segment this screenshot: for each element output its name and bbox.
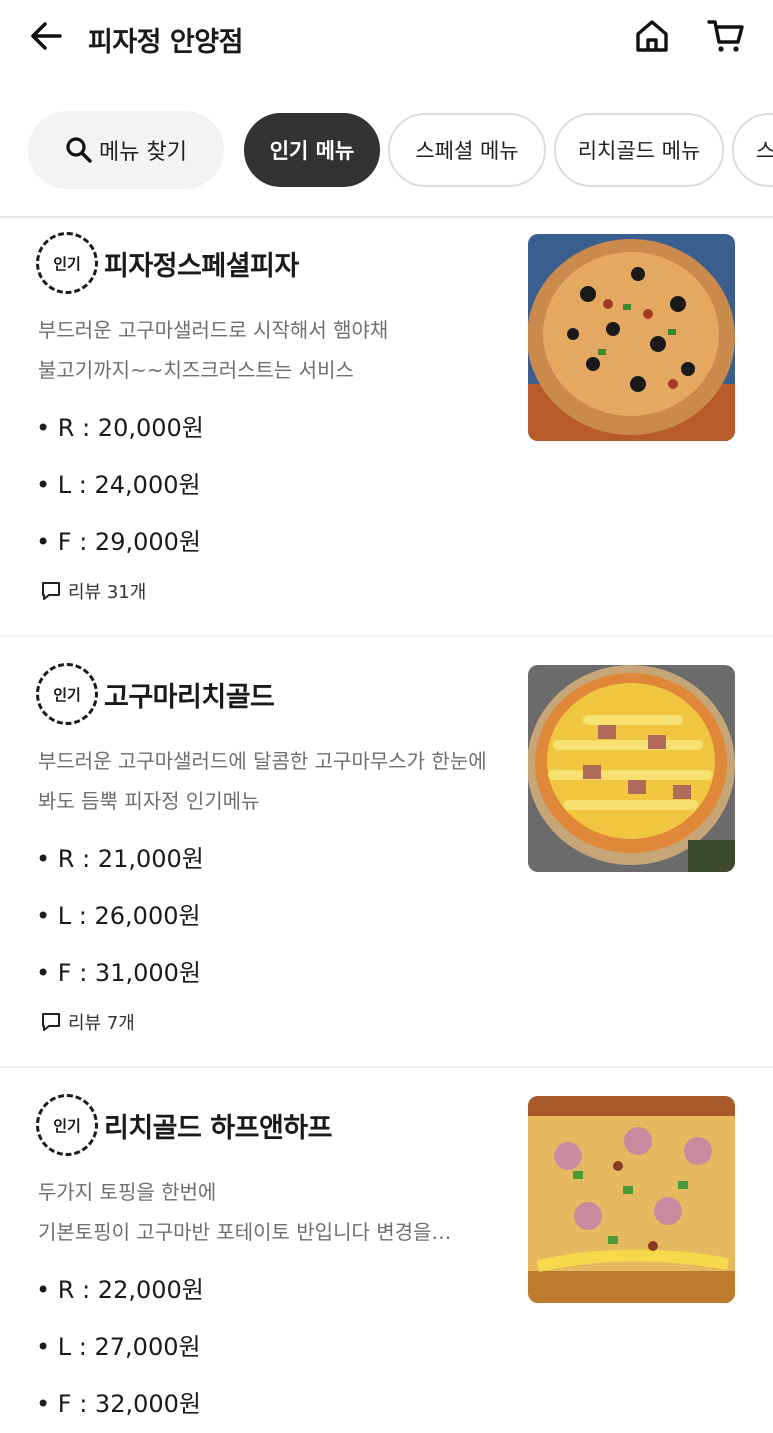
menu-item[interactable]: 인기 고구마리치골드 부드러운 고구마샐러드에 달콤한 고구마무스가 한눈에 봐… xyxy=(0,637,773,1067)
menu-item-name: 피자정스페셜피자 xyxy=(104,250,299,282)
menu-item[interactable]: 인기 리치골드 하프앤하프 두가지 토핑을 한번에 기본토핑이 고구마반 포테이… xyxy=(0,1068,773,1433)
price-family: • F : 32,000원 xyxy=(36,1390,201,1418)
speech-bubble-icon xyxy=(42,582,60,600)
category-bar: 메뉴 찾기 인기 메뉴 스페셜 메뉴 리치골드 메뉴 스 xyxy=(0,110,773,190)
review-count[interactable]: 리뷰 31개 xyxy=(40,578,146,604)
menu-item-name: 고구마리치골드 xyxy=(104,681,275,713)
price-regular: • R : 21,000원 xyxy=(36,845,204,873)
menu-item-description: 부드러운 고구마샐러드로 시작해서 햄야채 불고기까지~~치즈크러스트는 서비스 xyxy=(38,318,389,382)
tab-special-menu[interactable]: 스페셜 메뉴 xyxy=(388,113,546,187)
price-regular: • R : 20,000원 xyxy=(36,414,204,442)
home-button[interactable] xyxy=(630,14,674,58)
popular-badge: 인기 xyxy=(36,232,98,294)
arrow-left-icon xyxy=(31,22,62,50)
review-count[interactable]: 리뷰 7개 xyxy=(40,1009,135,1035)
popular-badge: 인기 xyxy=(36,663,98,725)
search-icon xyxy=(66,137,92,163)
menu-search-button[interactable]: 메뉴 찾기 xyxy=(28,111,224,189)
pizza-image xyxy=(528,234,735,441)
price-regular: • R : 22,000원 xyxy=(36,1276,204,1304)
menu-item-description: 두가지 토핑을 한번에 기본토핑이 고구마반 포테이토 반입니다 변경을… xyxy=(38,1180,452,1244)
pizza-image xyxy=(528,665,735,872)
back-button[interactable] xyxy=(26,16,66,56)
home-icon xyxy=(636,20,668,52)
price-large: • L : 26,000원 xyxy=(36,902,201,930)
price-family: • F : 31,000원 xyxy=(36,959,201,987)
menu-item-name: 리치골드 하프앤하프 xyxy=(104,1112,332,1144)
cart-icon xyxy=(707,20,744,52)
tab-popular-menu[interactable]: 인기 메뉴 xyxy=(244,113,380,187)
price-large: • L : 24,000원 xyxy=(36,471,201,499)
menu-item[interactable]: 인기 피자정스페셜피자 부드러운 고구마샐러드로 시작해서 햄야채 불고기까지~… xyxy=(0,218,773,636)
popular-badge: 인기 xyxy=(36,1094,98,1156)
top-bar: 피자정 안양점 xyxy=(0,0,773,78)
store-title: 피자정 안양점 xyxy=(88,27,243,58)
pizza-image xyxy=(528,1096,735,1303)
price-family: • F : 29,000원 xyxy=(36,528,201,556)
cart-button[interactable] xyxy=(704,14,748,58)
tab-more-menu[interactable]: 스 xyxy=(732,113,773,187)
speech-bubble-icon xyxy=(42,1013,60,1031)
price-large: • L : 27,000원 xyxy=(36,1333,201,1361)
tab-richgold-menu[interactable]: 리치골드 메뉴 xyxy=(554,113,724,187)
menu-search-label: 메뉴 찾기 xyxy=(99,140,187,165)
menu-item-description: 부드러운 고구마샐러드에 달콤한 고구마무스가 한눈에 봐도 듬뿍 피자정 인기… xyxy=(38,749,487,813)
